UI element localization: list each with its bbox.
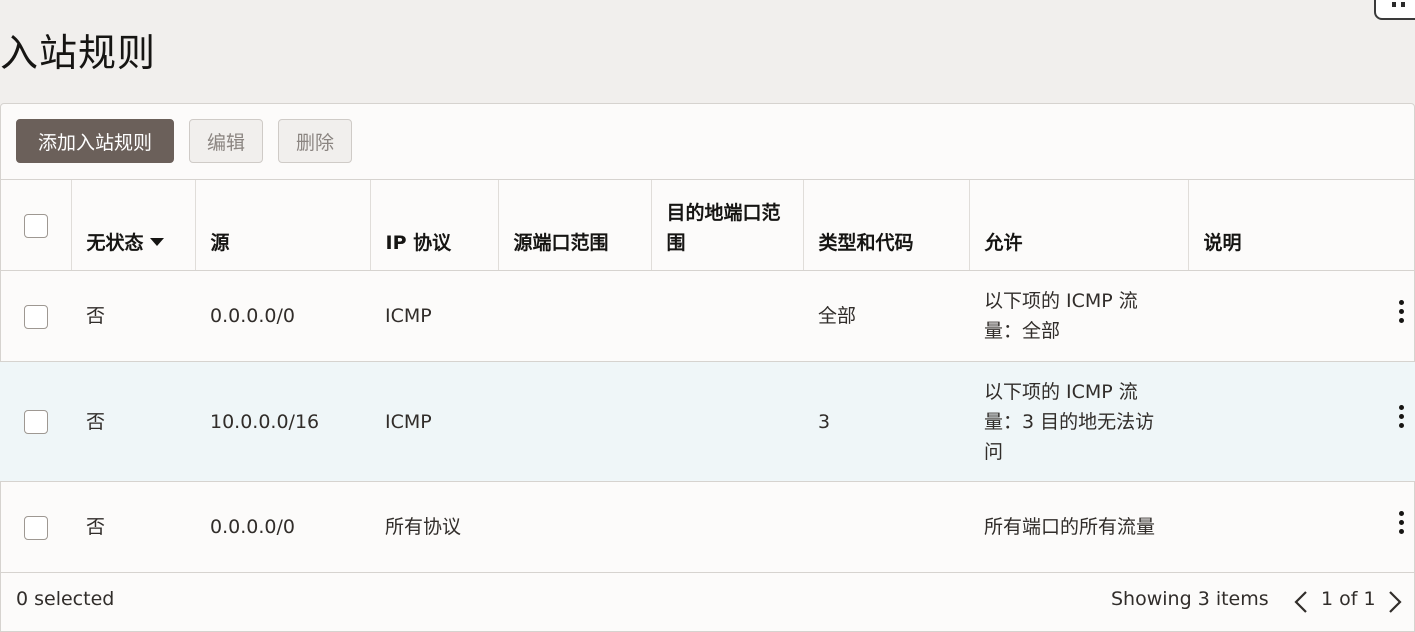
more-actions-icon[interactable] [1398, 405, 1404, 429]
cell-source-port [498, 361, 651, 482]
selection-count: 0 selected [16, 588, 115, 610]
cell-allows: 以下项的 ICMP 流量：3 目的地无法访问 [969, 361, 1188, 482]
column-header-dest-port: 目的地端口范围 [650, 179, 803, 271]
cell-dest-port [651, 481, 803, 573]
more-actions-icon[interactable] [1398, 510, 1404, 535]
row-select-cell [0, 481, 71, 573]
table-header-row: 无状态 源 IP 协议 源端口范围 目的地端口范围 类型和代码 允许 说明 [0, 179, 1415, 271]
rules-panel: 添加入站规则 编辑 删除 无状态 源 IP 协议 源端口范围 目的地端口范围 类… [0, 103, 1415, 632]
cell-dest-port [651, 270, 803, 362]
sort-descending-icon[interactable] [149, 237, 164, 246]
cell-type-code: 3 [803, 361, 969, 482]
cell-source: 0.0.0.0/0 [195, 481, 370, 573]
cell-source-port [498, 270, 651, 362]
column-header-allows: 允许 [968, 179, 1188, 271]
cell-dest-port [651, 361, 803, 482]
cell-protocol: 所有协议 [370, 481, 498, 573]
column-header-protocol: IP 协议 [369, 179, 498, 271]
chevron-left-icon[interactable] [1291, 588, 1311, 616]
table-row[interactable]: 否 0.0.0.0/0 ICMP 全部 以下项的 ICMP 流量：全部 [0, 270, 1415, 362]
edit-button[interactable]: 编辑 [189, 119, 263, 163]
grid-icon [1392, 2, 1406, 8]
column-header-stateless[interactable]: 无状态 [70, 179, 195, 271]
page-indicator: 1 of 1 [1321, 588, 1376, 610]
column-header-source-port: 源端口范围 [497, 179, 651, 271]
cell-stateless: 否 [71, 481, 195, 573]
select-all-cell [0, 179, 71, 271]
column-header-source: 源 [194, 179, 370, 271]
cell-stateless: 否 [71, 270, 195, 362]
cell-actions [1188, 361, 1415, 482]
cell-source: 10.0.0.0/16 [195, 361, 370, 482]
cell-type-code [803, 481, 969, 573]
cell-source: 0.0.0.0/0 [195, 270, 370, 362]
add-ingress-rule-button[interactable]: 添加入站规则 [16, 119, 174, 163]
table-footer: 0 selected Showing 3 items 1 of 1 [1, 573, 1414, 631]
row-checkbox[interactable] [24, 410, 48, 434]
cell-protocol: ICMP [370, 361, 498, 482]
select-all-checkbox[interactable] [24, 213, 48, 238]
column-header-type-code: 类型和代码 [802, 179, 969, 271]
table-row[interactable]: 否 0.0.0.0/0 所有协议 所有端口的所有流量 [0, 481, 1415, 573]
cell-type-code: 全部 [803, 270, 969, 362]
rules-table: 无状态 源 IP 协议 源端口范围 目的地端口范围 类型和代码 允许 说明 否 … [0, 179, 1415, 573]
page-title: 入站规则 [0, 31, 157, 75]
cell-source-port [498, 481, 651, 573]
cell-actions [1188, 270, 1415, 362]
chevron-right-icon[interactable] [1385, 588, 1405, 616]
row-checkbox[interactable] [24, 515, 48, 540]
corner-app-widget[interactable] [1374, 0, 1415, 20]
more-actions-icon[interactable] [1398, 299, 1404, 324]
row-select-cell [0, 361, 71, 482]
column-header-label: 无状态 [86, 232, 144, 254]
delete-button[interactable]: 删除 [278, 119, 352, 163]
row-checkbox[interactable] [24, 304, 48, 329]
cell-actions [1188, 481, 1415, 573]
table-row[interactable]: 否 10.0.0.0/16 ICMP 3 以下项的 ICMP 流量：3 目的地无… [0, 361, 1415, 482]
column-header-description: 说明 [1187, 179, 1415, 271]
row-select-cell [0, 270, 71, 362]
cell-allows: 以下项的 ICMP 流量：全部 [969, 270, 1188, 362]
cell-allows: 所有端口的所有流量 [969, 481, 1188, 573]
item-count: Showing 3 items [1111, 588, 1269, 610]
cell-stateless: 否 [71, 361, 195, 482]
cell-protocol: ICMP [370, 270, 498, 362]
